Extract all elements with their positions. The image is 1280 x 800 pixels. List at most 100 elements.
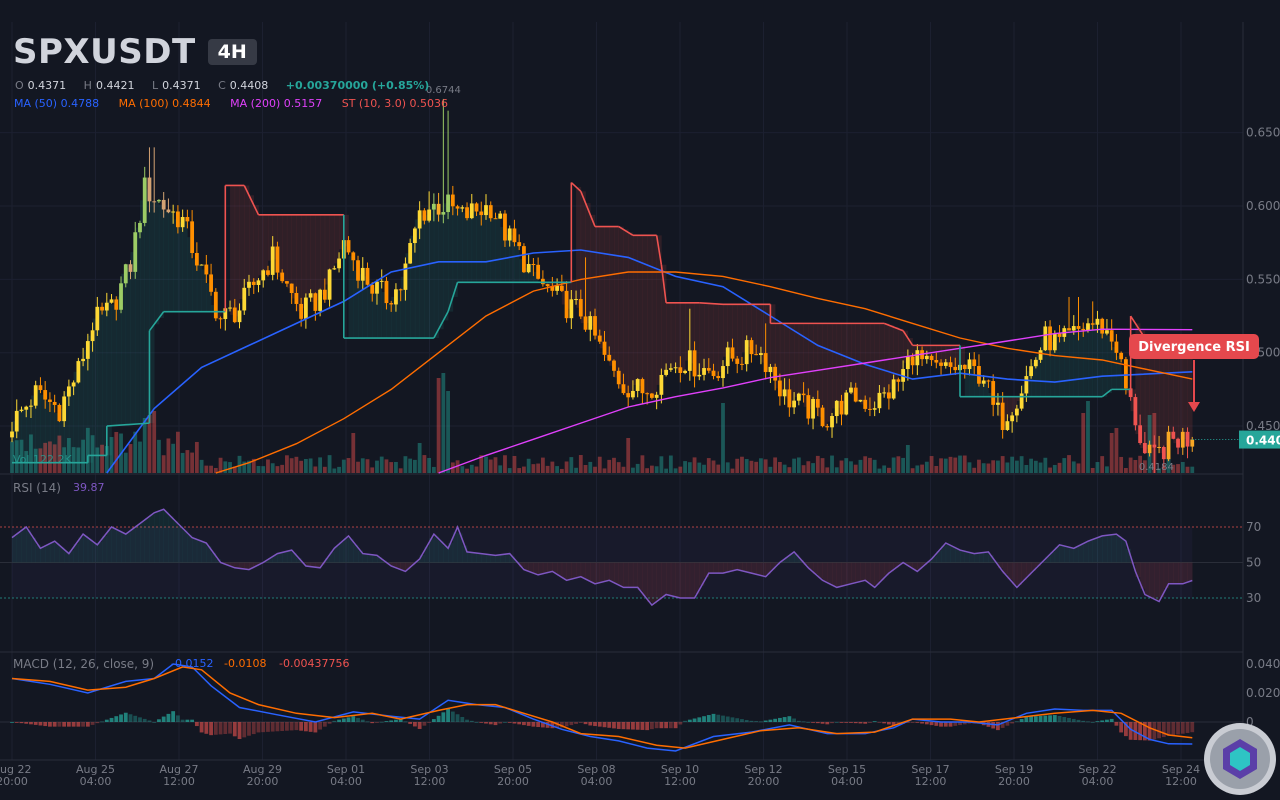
macd-histogram-bar (327, 722, 332, 724)
volume-bar (574, 467, 578, 473)
candle-body (185, 217, 190, 222)
volume-bar (474, 466, 479, 473)
rsi-fill (1073, 547, 1079, 563)
volume-bar (460, 466, 465, 473)
candle-body (792, 400, 796, 408)
close-value: 0.4408 (229, 79, 269, 92)
candle-body (242, 287, 247, 311)
symbol-title[interactable]: SPXUSDT (13, 32, 196, 72)
macd-title[interactable]: MACD (12, 26, close, 9) (13, 657, 154, 671)
macd-histogram-bar (436, 715, 441, 722)
time-tick-time: 12:00 (163, 775, 195, 788)
candle-body (48, 399, 52, 402)
macd-histogram-bar (247, 722, 251, 736)
timeframe-badge[interactable]: 4H (207, 39, 257, 65)
macd-histogram-bar (66, 722, 71, 727)
rsi-fill (974, 553, 980, 563)
supertrend-zone (424, 215, 430, 339)
volume-bar (905, 445, 910, 473)
supertrend-legend[interactable]: ST (10, 3.0) 0.5036 (342, 97, 448, 110)
rsi-fill (618, 562, 624, 587)
candle-body (1161, 446, 1166, 460)
candle-body (735, 358, 740, 364)
candle-body (251, 281, 256, 285)
ma200-legend[interactable]: MA (200) 0.5157 (230, 97, 322, 110)
volume-bar (934, 466, 939, 473)
volume-bar (142, 418, 147, 473)
rsi-fill (1182, 562, 1188, 583)
candle-body (62, 396, 67, 422)
candle-body (545, 284, 550, 287)
volume-bar (446, 391, 450, 473)
candle-body (1005, 421, 1010, 430)
volume-bar (635, 463, 640, 473)
rsi-fill (1092, 538, 1098, 563)
volume-bar (915, 465, 920, 473)
rsi-fill (874, 562, 880, 585)
candle-body (569, 299, 574, 319)
macd-histogram-bar (322, 722, 327, 727)
rsi-fill (547, 562, 553, 572)
macd-histogram-bar (119, 714, 123, 722)
macd-histogram-bar (289, 722, 294, 731)
macd-histogram-bar (71, 722, 76, 727)
chart-header: SPXUSDT 4H (13, 32, 257, 72)
macd-histogram-bar (1185, 722, 1190, 733)
macd-histogram-bar (1109, 718, 1114, 722)
volume-bar (602, 468, 607, 473)
macd-histogram-bar (659, 722, 664, 729)
candle-body (455, 206, 460, 209)
supertrend-zone (1178, 345, 1184, 440)
volume-bar (782, 464, 787, 473)
candle-body (337, 258, 341, 269)
candle-body (896, 379, 901, 382)
candle-body (256, 280, 261, 285)
indicator-legend: MA (50) 0.4788 MA (100) 0.4844 MA (200) … (14, 97, 464, 110)
rsi-fill (661, 562, 667, 597)
macd-histogram-bar (934, 722, 939, 726)
candle-body (953, 366, 958, 371)
volume-bar (640, 455, 645, 473)
candle-body (294, 293, 299, 304)
volume-bar (607, 459, 612, 473)
macd-histogram-bar (285, 722, 289, 731)
volume-bar (280, 464, 285, 473)
ma100-legend[interactable]: MA (100) 0.4844 (119, 97, 211, 110)
macd-histogram-bar (915, 722, 920, 723)
volume-bar (962, 455, 967, 473)
candle-body (972, 359, 977, 367)
macd-histogram-bar (569, 722, 574, 726)
macd-histogram-bar (702, 716, 706, 722)
rsi-fill (125, 532, 131, 563)
trading-chart[interactable]: 0.4500.5000.5500.6000.65030507000.0200.0… (0, 0, 1280, 800)
candle-body (24, 406, 29, 410)
volume-bar (1062, 458, 1067, 473)
macd-histogram-bar (564, 722, 569, 727)
ma50-legend[interactable]: MA (50) 0.4788 (14, 97, 99, 110)
supertrend-zone (139, 200, 146, 424)
macd-histogram-bar (616, 722, 621, 729)
volume-bar (673, 468, 678, 473)
volume-bar (806, 461, 811, 473)
macd-histogram-bar (81, 722, 85, 727)
rsi-fill (945, 544, 951, 563)
rsi-fill (92, 542, 98, 563)
macd-histogram-bar (318, 722, 322, 730)
rsi-fill (760, 562, 766, 577)
macd-histogram-bar (114, 716, 119, 722)
volume-bar (616, 462, 621, 473)
candle-body (436, 203, 441, 215)
candle-body (394, 289, 398, 305)
volume-bar (787, 467, 792, 473)
macd-histogram-bar (384, 721, 389, 722)
volume-bar (171, 443, 176, 473)
candle-body (280, 272, 285, 282)
rsi-fill (495, 555, 501, 563)
volume-bar (1081, 413, 1086, 473)
rsi-title[interactable]: RSI (14) (13, 481, 61, 495)
macd-histogram-bar (768, 719, 773, 722)
volume-bar (270, 463, 275, 473)
volume-bar (536, 463, 541, 473)
macd-histogram-bar (242, 722, 247, 738)
candle-body (90, 330, 95, 342)
